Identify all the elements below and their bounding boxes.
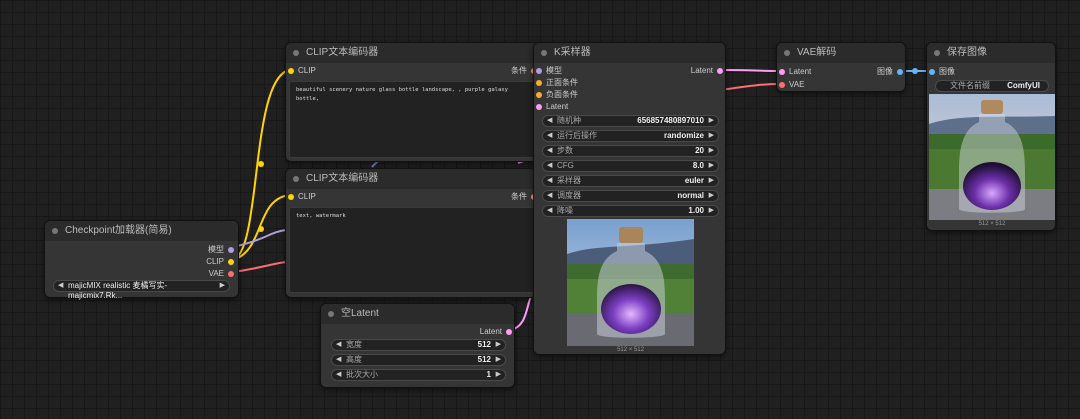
input-clip[interactable]: CLIP bbox=[288, 65, 316, 77]
input-image[interactable]: 图像 bbox=[929, 66, 955, 78]
arrow-right-icon[interactable]: ▶ bbox=[220, 281, 225, 291]
increment-icon[interactable]: ▶ bbox=[709, 206, 714, 216]
width-number-widget[interactable]: ◀ 宽度 512 ▶ bbox=[331, 339, 506, 351]
increment-icon[interactable]: ▶ bbox=[496, 355, 501, 365]
input-model[interactable]: 模型 bbox=[536, 65, 562, 77]
node-status-dot bbox=[293, 176, 299, 182]
decrement-icon[interactable]: ◀ bbox=[547, 116, 552, 126]
output-image[interactable]: 图像 bbox=[877, 66, 903, 78]
node-title[interactable]: 空Latent bbox=[321, 304, 514, 324]
increment-icon[interactable]: ▶ bbox=[496, 370, 501, 380]
prompt-textarea[interactable]: text, watermark bbox=[289, 207, 537, 293]
arrow-left-icon[interactable]: ◀ bbox=[58, 281, 63, 291]
increment-icon[interactable]: ▶ bbox=[709, 131, 714, 141]
node-title[interactable]: K采样器 bbox=[534, 43, 725, 63]
input-vae[interactable]: VAE bbox=[779, 79, 804, 91]
input-positive[interactable]: 正面条件 bbox=[536, 77, 578, 89]
decrement-icon[interactable]: ◀ bbox=[336, 355, 341, 365]
node-status-dot bbox=[934, 50, 940, 56]
save-image-node[interactable]: 保存图像 图像 文件名前缀 ComfyUI 512 × 512 bbox=[926, 42, 1056, 231]
steps-widget[interactable]: ◀ 步数 20 ▶ bbox=[542, 145, 719, 157]
decrement-icon[interactable]: ◀ bbox=[336, 340, 341, 350]
node-status-dot bbox=[328, 311, 334, 317]
node-status-dot bbox=[52, 228, 58, 234]
input-negative[interactable]: 负面条件 bbox=[536, 89, 578, 101]
sampler-name-widget[interactable]: ◀ 采样器 euler ▶ bbox=[542, 175, 719, 187]
wire-vae bbox=[232, 261, 287, 273]
checkpoint-loader-node[interactable]: Checkpoint加载器(简易) 模型 CLIP VAE ◀ majicMIX… bbox=[44, 220, 239, 300]
output-latent[interactable]: Latent bbox=[691, 65, 723, 77]
latent-preview-image bbox=[567, 219, 694, 346]
increment-icon[interactable]: ▶ bbox=[709, 176, 714, 186]
batch-size-number-widget[interactable]: ◀ 批次大小 1 ▶ bbox=[331, 369, 506, 381]
decrement-icon[interactable]: ◀ bbox=[547, 146, 552, 156]
empty-latent-node[interactable]: 空Latent Latent ◀ 宽度 512 ▶ ◀ 高度 512 ▶ ◀ 批次大小 1 ▶ bbox=[320, 303, 515, 388]
increment-icon[interactable]: ▶ bbox=[709, 191, 714, 201]
output-model[interactable]: 模型 bbox=[208, 244, 234, 256]
increment-icon[interactable]: ▶ bbox=[496, 340, 501, 350]
increment-icon[interactable]: ▶ bbox=[709, 146, 714, 156]
output-clip[interactable]: CLIP bbox=[206, 256, 234, 268]
seed-widget[interactable]: ◀ 随机种 656857480897010 ▶ bbox=[542, 115, 719, 127]
clip-text-encode-negative-node[interactable]: CLIP文本编码器 CLIP 条件 text, watermark bbox=[285, 168, 540, 298]
decrement-icon[interactable]: ◀ bbox=[547, 161, 552, 171]
prompt-textarea[interactable]: beautiful scenery nature glass bottle la… bbox=[289, 81, 537, 158]
node-title[interactable]: VAE解码 bbox=[777, 43, 905, 63]
node-status-dot bbox=[293, 50, 299, 56]
output-vae[interactable]: VAE bbox=[209, 268, 234, 280]
node-title[interactable]: 保存图像 bbox=[927, 43, 1055, 63]
decrement-icon[interactable]: ◀ bbox=[547, 191, 552, 201]
height-number-widget[interactable]: ◀ 高度 512 ▶ bbox=[331, 354, 506, 366]
node-title[interactable]: CLIP文本编码器 bbox=[286, 43, 539, 63]
decrement-icon[interactable]: ◀ bbox=[547, 176, 552, 186]
output-image-preview bbox=[929, 94, 1055, 220]
input-latent[interactable]: Latent bbox=[779, 66, 811, 78]
node-status-dot bbox=[541, 50, 547, 56]
control-after-generate-widget[interactable]: ◀ 运行后操作 randomize ▶ bbox=[542, 130, 719, 142]
increment-icon[interactable]: ▶ bbox=[709, 161, 714, 171]
filename-prefix-input[interactable]: 文件名前缀 ComfyUI bbox=[935, 80, 1049, 92]
node-status-dot bbox=[784, 50, 790, 56]
output-latent[interactable]: Latent bbox=[480, 326, 512, 338]
cfg-widget[interactable]: ◀ CFG 8.0 ▶ bbox=[542, 160, 719, 172]
increment-icon[interactable]: ▶ bbox=[709, 116, 714, 126]
input-latent[interactable]: Latent bbox=[536, 101, 568, 113]
ckpt-name-combo[interactable]: ◀ majicMIX realistic 麦橘写实-majicmix7.Rk..… bbox=[53, 280, 230, 300]
node-title[interactable]: Checkpoint加载器(简易) bbox=[45, 221, 238, 241]
ksampler-node[interactable]: K采样器 模型 正面条件 负面条件 Latent Latent ◀ 随机种 6568… bbox=[533, 42, 726, 355]
decrement-icon[interactable]: ◀ bbox=[547, 206, 552, 216]
clip-text-encode-positive-node[interactable]: CLIP文本编码器 CLIP 条件 beautiful scenery natu… bbox=[285, 42, 540, 162]
denoise-widget[interactable]: ◀ 降噪 1.00 ▶ bbox=[542, 205, 719, 217]
wire-latent-out bbox=[723, 69, 782, 72]
decrement-icon[interactable]: ◀ bbox=[336, 370, 341, 380]
input-clip[interactable]: CLIP bbox=[288, 191, 316, 203]
decrement-icon[interactable]: ◀ bbox=[547, 131, 552, 141]
node-title[interactable]: CLIP文本编码器 bbox=[286, 169, 539, 189]
vae-decode-node[interactable]: VAE解码 Latent VAE 图像 bbox=[776, 42, 906, 92]
wire-model bbox=[232, 229, 287, 248]
scheduler-widget[interactable]: ◀ 调度器 normal ▶ bbox=[542, 190, 719, 202]
